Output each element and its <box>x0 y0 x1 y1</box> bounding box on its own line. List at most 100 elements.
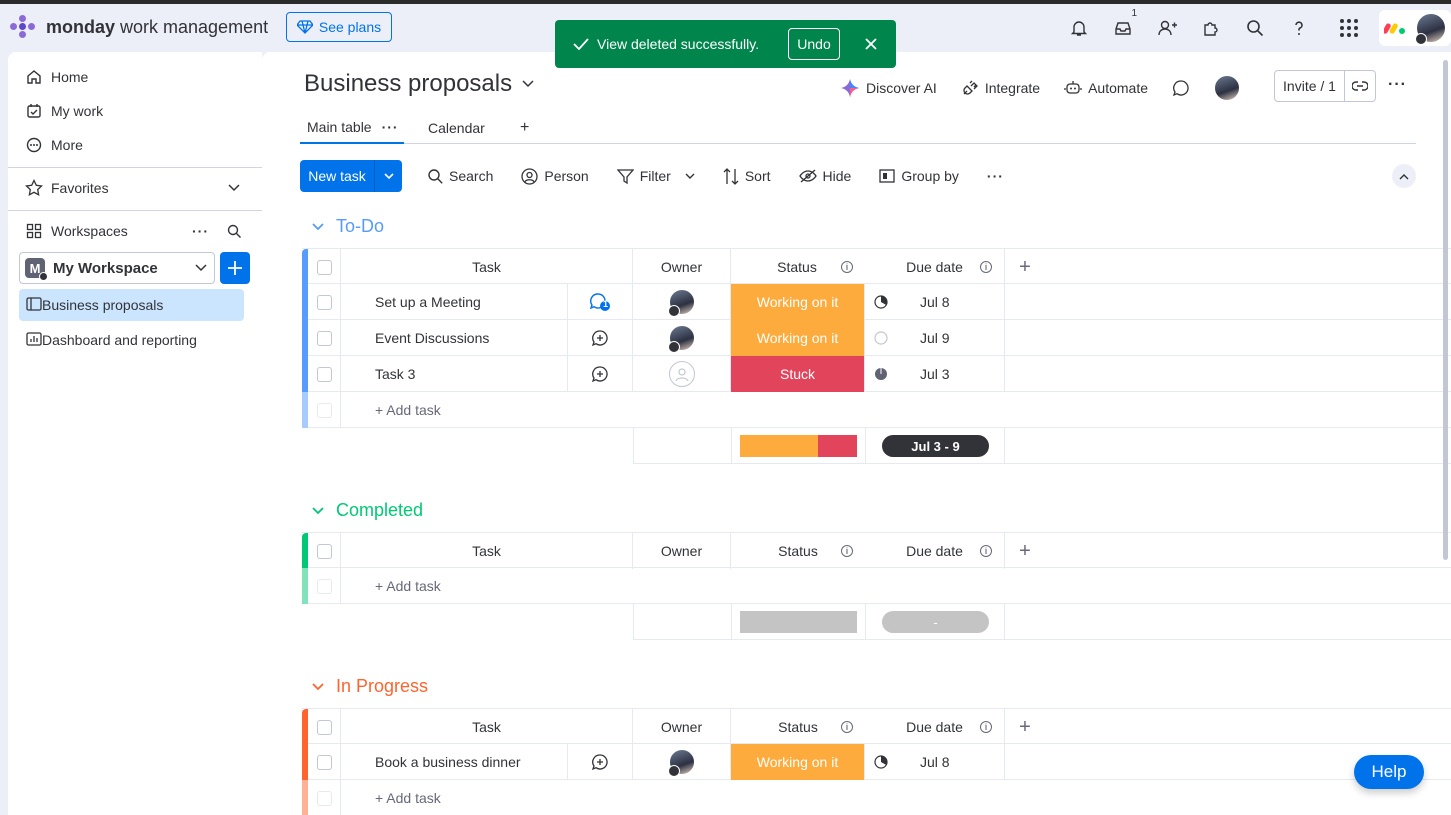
column-header-status[interactable]: Status i <box>731 709 865 745</box>
invite-button[interactable]: Invite / 1 <box>1274 70 1376 102</box>
row-checkbox[interactable] <box>308 320 341 356</box>
status-summary-bar[interactable] <box>740 435 857 457</box>
status-summary-bar[interactable] <box>740 611 857 633</box>
sidebar-item-favorites[interactable]: Favorites <box>8 172 262 204</box>
integrate-button[interactable]: Integrate <box>961 79 1040 97</box>
column-header-due-date[interactable]: Due date i <box>865 249 1005 285</box>
owner-cell[interactable] <box>633 356 731 392</box>
date-range-summary[interactable]: - <box>882 611 989 633</box>
sidebar-item-home[interactable]: Home <box>8 61 262 93</box>
board-title[interactable]: Business proposals <box>304 70 534 98</box>
column-header-status[interactable]: Status i <box>731 533 865 569</box>
table-row[interactable]: Task 3 Stuck Jul 3 <box>302 356 1451 392</box>
due-date-cell[interactable]: Jul 8 <box>865 284 1005 320</box>
new-task-dropdown[interactable] <box>374 160 402 192</box>
due-date-cell[interactable]: Jul 8 <box>865 744 1005 780</box>
column-header-task[interactable]: Task <box>341 533 633 569</box>
column-header-task[interactable]: Task <box>341 709 633 745</box>
tab-main-table[interactable]: Main table ··· <box>300 112 404 144</box>
info-icon[interactable]: i <box>980 721 992 733</box>
add-update-icon[interactable] <box>568 356 633 392</box>
monday-logo[interactable]: monday work management <box>10 15 268 39</box>
add-task-input[interactable]: + Add task <box>341 568 1451 604</box>
notifications-bell-icon[interactable] <box>1057 12 1101 44</box>
sidebar-board-dashboard[interactable]: Dashboard and reporting <box>19 324 244 356</box>
copy-link-icon[interactable] <box>1345 81 1375 91</box>
chevron-down-icon[interactable] <box>685 173 695 180</box>
status-cell[interactable]: Working on it <box>731 320 865 356</box>
group-header-in-progress[interactable]: In Progress <box>312 676 428 697</box>
status-cell[interactable]: Working on it <box>731 284 865 320</box>
table-row[interactable]: Book a business dinner Working on it Jul… <box>302 744 1451 780</box>
status-cell[interactable]: Stuck <box>731 356 865 392</box>
updates-icon[interactable]: 1 <box>568 284 633 320</box>
group-header-todo[interactable]: To-Do <box>312 216 384 237</box>
add-task-row[interactable]: + Add task <box>302 780 1451 815</box>
column-header-owner[interactable]: Owner <box>633 249 731 285</box>
tab-menu-icon[interactable]: ··· <box>382 119 399 135</box>
new-task-button[interactable]: New task <box>300 160 402 192</box>
task-name[interactable]: Book a business dinner <box>341 744 568 780</box>
sidebar-item-workspaces[interactable]: Workspaces ··· <box>8 215 262 247</box>
owner-cell[interactable] <box>633 284 731 320</box>
info-icon[interactable]: i <box>980 261 992 273</box>
column-header-due-date[interactable]: Due date i <box>865 533 1005 569</box>
close-icon[interactable] <box>861 34 881 54</box>
add-task-row[interactable]: + Add task <box>302 392 1451 428</box>
due-date-cell[interactable]: Jul 3 <box>865 356 1005 392</box>
select-all-checkbox[interactable] <box>308 533 341 569</box>
sidebar-item-my-work[interactable]: My work <box>8 95 262 127</box>
group-title[interactable]: Completed <box>336 500 423 521</box>
scrollbar[interactable] <box>1443 60 1448 560</box>
apps-grid-icon[interactable] <box>1327 12 1371 44</box>
sidebar-board-business-proposals[interactable]: Business proposals <box>19 289 244 321</box>
add-update-icon[interactable] <box>568 320 633 356</box>
chevron-down-icon[interactable] <box>312 506 324 515</box>
workspace-selector[interactable]: M My Workspace <box>19 252 215 284</box>
column-header-owner[interactable]: Owner <box>633 533 731 569</box>
add-update-icon[interactable] <box>568 744 633 780</box>
more-options-icon[interactable]: ··· <box>1388 76 1407 94</box>
owner-cell[interactable] <box>633 744 731 780</box>
select-all-checkbox[interactable] <box>308 709 341 745</box>
updates-chat-icon[interactable] <box>1172 79 1190 97</box>
add-view-button[interactable]: + <box>520 112 529 144</box>
invite-members-icon[interactable] <box>1145 12 1189 44</box>
help-button[interactable]: Help <box>1354 755 1424 789</box>
info-icon[interactable]: i <box>841 545 853 557</box>
user-avatar[interactable] <box>1415 13 1446 45</box>
chevron-down-icon[interactable] <box>312 222 324 231</box>
more-dots-icon[interactable]: ··· <box>192 223 209 239</box>
apps-puzzle-icon[interactable] <box>1189 12 1233 44</box>
info-icon[interactable]: i <box>841 721 853 733</box>
column-header-status[interactable]: Status i <box>731 249 865 285</box>
column-header-task[interactable]: Task <box>341 249 633 285</box>
select-all-checkbox[interactable] <box>308 249 341 285</box>
search-icon[interactable] <box>227 224 241 238</box>
search-button[interactable]: Search <box>428 168 493 184</box>
info-icon[interactable]: i <box>841 261 853 273</box>
status-cell[interactable]: Working on it <box>731 744 865 780</box>
group-by-button[interactable]: Group by <box>879 168 959 184</box>
task-name[interactable]: Event Discussions <box>341 320 568 356</box>
add-task-input[interactable]: + Add task <box>341 392 1451 428</box>
table-row[interactable]: Set up a Meeting 1 Working on it Jul 8 <box>302 284 1451 320</box>
tab-calendar[interactable]: Calendar <box>428 112 485 144</box>
date-range-summary[interactable]: Jul 3 - 9 <box>882 435 989 457</box>
undo-button[interactable]: Undo <box>788 28 840 60</box>
account-area[interactable] <box>1379 10 1451 46</box>
add-column-button[interactable]: + <box>1005 709 1045 745</box>
row-checkbox[interactable] <box>308 284 341 320</box>
sort-button[interactable]: Sort <box>723 167 771 185</box>
hide-button[interactable]: Hide <box>798 168 851 184</box>
row-checkbox[interactable] <box>308 356 341 392</box>
collapse-header-button[interactable] <box>1392 164 1416 188</box>
see-plans-button[interactable]: See plans <box>286 12 392 42</box>
group-title[interactable]: In Progress <box>336 676 428 697</box>
add-item-button[interactable] <box>220 252 250 284</box>
column-header-due-date[interactable]: Due date i <box>865 709 1005 745</box>
toolbar-more-icon[interactable]: ··· <box>987 168 1004 184</box>
discover-ai-button[interactable]: Discover AI <box>840 78 937 98</box>
help-question-icon[interactable] <box>1277 12 1321 44</box>
sidebar-item-more[interactable]: More <box>8 129 262 161</box>
